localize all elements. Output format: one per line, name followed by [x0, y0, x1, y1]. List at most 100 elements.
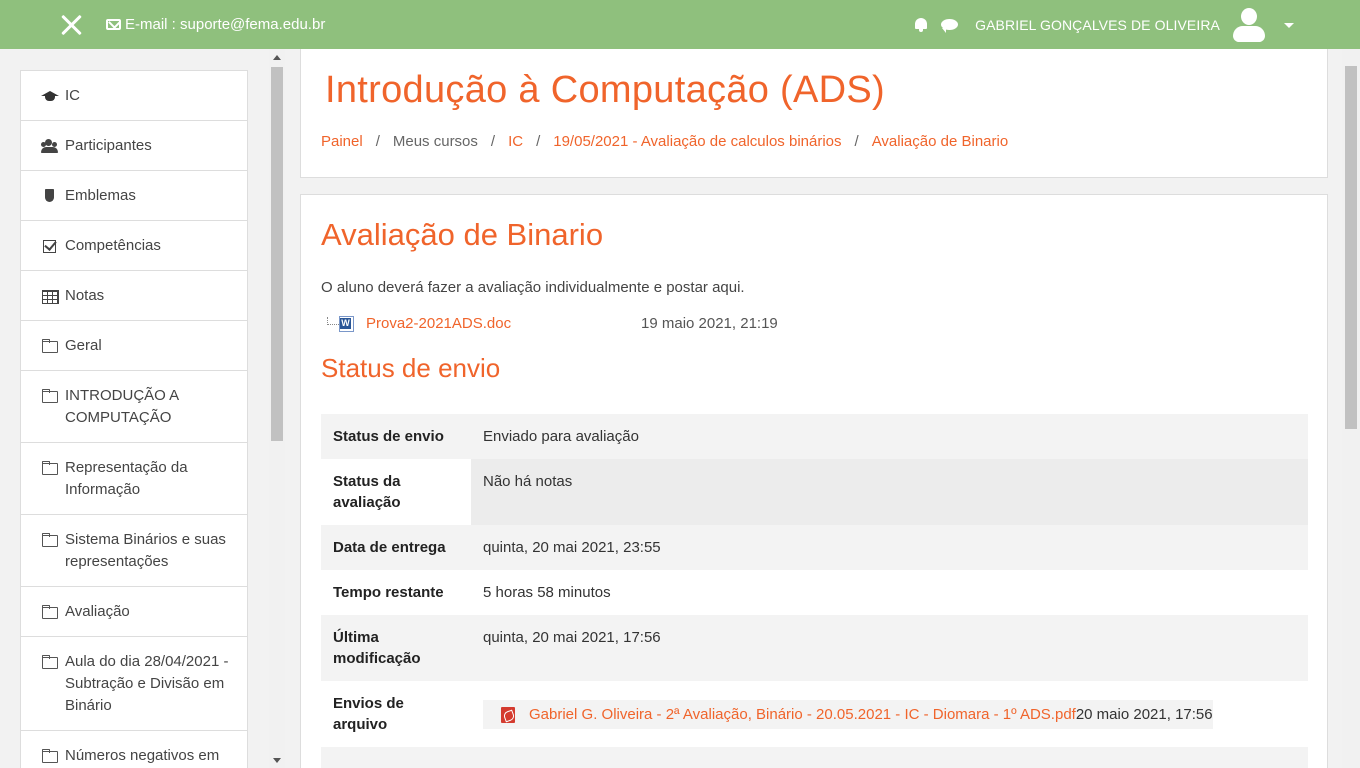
- sidebar-scrollbar[interactable]: [269, 49, 285, 768]
- sidebar-item-aula-28-04[interactable]: Aula do dia 28/04/2021 - Subtração e Div…: [21, 637, 247, 731]
- row-value: quinta, 20 mai 2021, 17:56: [483, 629, 661, 646]
- assignment-card: Avaliação de Binario O aluno deverá faze…: [300, 194, 1328, 768]
- row-key: Última modificação: [333, 629, 421, 667]
- word-document-icon: [339, 315, 354, 332]
- sidebar-item-sistema-binarios[interactable]: Sistema Binários e suas representações: [21, 515, 247, 587]
- sidebar-item-participantes[interactable]: Participantes: [21, 121, 247, 171]
- breadcrumb-separator: /: [854, 133, 859, 150]
- user-name[interactable]: GABRIEL GONÇALVES DE OLIVEIRA: [975, 17, 1220, 33]
- page-title: Introdução à Computação (ADS): [325, 69, 885, 111]
- scroll-down-icon[interactable]: [273, 758, 281, 763]
- row-value: [471, 747, 1308, 768]
- sidebar-item-label: Avaliação: [65, 603, 130, 620]
- folder-icon: [41, 749, 59, 763]
- submission-status-table: Status de envio Enviado para avaliação S…: [321, 414, 1308, 768]
- main-content: Introdução à Computação (ADS) Painel / M…: [286, 49, 1342, 768]
- row-value: Não há notas: [471, 459, 1308, 525]
- sidebar-item-notas[interactable]: Notas: [21, 271, 247, 321]
- sidebar-item-label: IC: [65, 87, 80, 104]
- scroll-up-icon[interactable]: [273, 55, 281, 60]
- sidebar-item-label: Aula do dia 28/04/2021 - Subtração e Div…: [65, 653, 229, 714]
- page-scrollbar[interactable]: [1342, 49, 1360, 768]
- table-row: Data de entrega quinta, 20 mai 2021, 23:…: [321, 525, 1308, 570]
- table-row: Tempo restante 5 horas 58 minutos: [321, 570, 1308, 615]
- folder-icon: [41, 339, 59, 353]
- folder-icon: [41, 655, 59, 669]
- sidebar-item-label: Participantes: [65, 137, 152, 154]
- users-icon: [41, 139, 59, 153]
- folder-icon: [41, 605, 59, 619]
- sidebar-item-label: INTRODUÇÃO A COMPUTAÇÃO: [65, 387, 179, 426]
- chat-bubble-icon[interactable]: [941, 18, 959, 33]
- row-key: Tempo restante: [333, 584, 444, 601]
- folder-icon: [41, 533, 59, 547]
- sidebar-item-numeros-negativos[interactable]: Números negativos em Binário -: [21, 731, 247, 768]
- table-row: [321, 747, 1308, 768]
- sidebar-item-geral[interactable]: Geral: [21, 321, 247, 371]
- breadcrumb-section[interactable]: 19/05/2021 - Avaliação de calculos binár…: [553, 133, 841, 150]
- user-menu-area: GABRIEL GONÇALVES DE OLIVEIRA: [913, 8, 1294, 42]
- course-sidebar: IC Participantes Emblemas Competências N…: [20, 70, 248, 768]
- sidebar-item-label: Emblemas: [65, 187, 136, 204]
- submission-file-line: Gabriel G. Oliveira - 2ª Avaliação, Biná…: [483, 700, 1213, 729]
- row-value: Gabriel G. Oliveira - 2ª Avaliação, Biná…: [471, 681, 1308, 747]
- attachment-row: Prova2-2021ADS.doc: [327, 315, 511, 332]
- row-key: Data de entrega: [333, 539, 446, 556]
- attachment-date: 19 maio 2021, 21:19: [641, 315, 778, 332]
- row-key: Status da avaliação: [333, 473, 401, 511]
- table-row: Status de envio Enviado para avaliação: [321, 414, 1308, 459]
- row-key: Envios de arquivo: [333, 695, 404, 733]
- sidebar-item-ic[interactable]: IC: [21, 71, 247, 121]
- bell-icon[interactable]: [913, 17, 929, 33]
- table-icon: [41, 289, 59, 304]
- row-value: 5 horas 58 minutos: [483, 584, 611, 601]
- page-scrollbar-thumb[interactable]: [1345, 66, 1357, 429]
- table-row: Envios de arquivo Gabriel G. Oliveira - …: [321, 681, 1308, 747]
- sidebar-item-representacao[interactable]: Representação da Informação: [21, 443, 247, 515]
- pdf-icon: [501, 706, 515, 723]
- breadcrumb-painel[interactable]: Painel: [321, 133, 363, 150]
- breadcrumb-meus-cursos: Meus cursos: [392, 133, 478, 150]
- sidebar-item-introducao[interactable]: INTRODUÇÃO A COMPUTAÇÃO: [21, 371, 247, 443]
- close-drawer-icon[interactable]: [58, 12, 84, 38]
- sidebar-item-label: Números negativos em Binário -: [65, 747, 220, 764]
- breadcrumb-assignment[interactable]: Avaliação de Binario: [872, 133, 1008, 150]
- attachment-link[interactable]: Prova2-2021ADS.doc: [366, 315, 511, 332]
- graduation-cap-icon: [41, 89, 59, 103]
- folder-icon: [41, 389, 59, 403]
- sidebar-item-avaliacao[interactable]: Avaliação: [21, 587, 247, 637]
- sidebar-item-label: Notas: [65, 287, 105, 304]
- table-row: Status da avaliação Não há notas: [321, 459, 1308, 525]
- sidebar-scrollbar-thumb[interactable]: [271, 67, 283, 441]
- folder-icon: [41, 461, 59, 475]
- breadcrumb-ic[interactable]: IC: [508, 133, 523, 150]
- row-key: [321, 747, 471, 768]
- shield-icon: [41, 189, 59, 203]
- breadcrumb-separator: /: [375, 133, 380, 150]
- status-heading: Status de envio: [321, 353, 501, 383]
- assignment-title: Avaliação de Binario: [321, 217, 604, 252]
- support-email-text: E-mail : suporte@fema.edu.br: [125, 16, 326, 33]
- assignment-intro: O aluno deverá fazer a avaliação individ…: [321, 279, 745, 296]
- breadcrumb: Painel / Meus cursos / IC / 19/05/2021 -…: [321, 133, 1008, 150]
- top-navbar: E-mail : suporte@fema.edu.br GABRIEL GON…: [0, 0, 1360, 49]
- check-square-icon: [41, 239, 59, 253]
- sidebar-item-competencias[interactable]: Competências: [21, 221, 247, 271]
- row-value: quinta, 20 mai 2021, 23:55: [483, 539, 661, 556]
- submission-file-link[interactable]: Gabriel G. Oliveira - 2ª Avaliação, Biná…: [529, 704, 1076, 725]
- row-value: Enviado para avaliação: [483, 428, 639, 445]
- page-header-card: Introdução à Computação (ADS) Painel / M…: [300, 49, 1328, 178]
- table-row: Última modificação quinta, 20 mai 2021, …: [321, 615, 1308, 681]
- sidebar-item-emblemas[interactable]: Emblemas: [21, 171, 247, 221]
- sidebar-item-label: Geral: [65, 337, 102, 354]
- row-key: Status de envio: [333, 428, 444, 445]
- submission-file-date: 20 maio 2021, 17:56: [1075, 706, 1213, 723]
- breadcrumb-separator: /: [536, 133, 541, 150]
- sidebar-item-label: Representação da Informação: [65, 459, 188, 498]
- sidebar-item-label: Competências: [65, 237, 161, 254]
- avatar[interactable]: [1232, 8, 1266, 42]
- tree-connector: [327, 316, 339, 325]
- breadcrumb-separator: /: [490, 133, 496, 150]
- support-email[interactable]: E-mail : suporte@fema.edu.br: [106, 16, 325, 33]
- chevron-down-icon[interactable]: [1284, 22, 1294, 28]
